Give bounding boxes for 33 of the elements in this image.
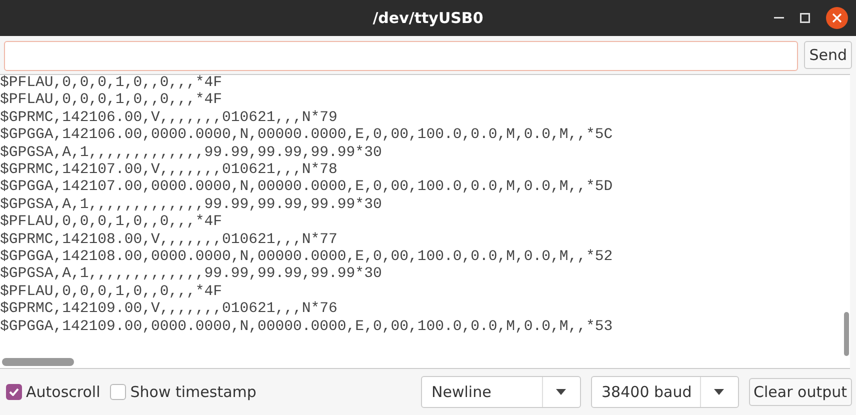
- output-line: $GPGSA,A,1,,,,,,,,,,,,,99.99,99.99,99.99*30: [0, 144, 383, 162]
- checkmark-icon: [9, 388, 19, 396]
- timestamp-checkbox[interactable]: [110, 384, 126, 400]
- window-title: /dev/ttyUSB0: [372, 9, 484, 27]
- output-line: $PFLAU,0,0,0,1,0,,0,,,*4F: [0, 92, 223, 110]
- output-line: $PFLAU,0,0,0,1,0,,0,,,*4F: [0, 75, 223, 92]
- close-icon[interactable]: [826, 7, 848, 29]
- output-line: $PFLAU,0,0,0,1,0,,0,,,*4F: [0, 284, 223, 301]
- output-line: $GPGGA,142109.00,0000.0000,N,00000.0000,E,0,00,100.0,0.0,M,0.0,M,,*53: [0, 318, 614, 336]
- checkbox-label: Autoscroll: [26, 383, 100, 401]
- output-line: $GPGGA,142106.00,0000.0000,N,00000.0000,E,0,00,100.0,0.0,M,0.0,M,,*5C: [0, 127, 614, 145]
- horizontal-scrollbar[interactable]: [2, 358, 74, 366]
- checkbox-label: Show timestamp: [130, 383, 256, 401]
- vertical-scrollbar[interactable]: [844, 312, 849, 356]
- autoscroll-checkbox[interactable]: [6, 384, 22, 400]
- clear-output-button[interactable]: Clear output: [748, 378, 852, 406]
- send-button[interactable]: Send: [804, 41, 852, 69]
- line-ending-dropdown[interactable]: Newline: [420, 376, 581, 408]
- output-line: $PFLAU,0,0,0,1,0,,0,,,*4F: [0, 214, 223, 232]
- output-line: $GPRMC,142106.00,V,,,,,,,010621,,,N*79: [0, 110, 338, 127]
- output-line: $GPRMC,142107.00,V,,,,,,,010621,,,N*78: [0, 162, 338, 179]
- caret-icon: [714, 389, 724, 395]
- maximize-icon[interactable]: [800, 13, 810, 23]
- caret-icon: [556, 389, 566, 395]
- output-line: $GPGSA,A,1,,,,,,,,,,,,,99.99,99.99,99.99*30: [0, 196, 383, 214]
- minimize-icon[interactable]: [774, 17, 784, 19]
- output-line: $GPGSA,A,1,,,,,,,,,,,,,99.99,99.99,99.99*30: [0, 266, 383, 284]
- output-line: $GPGGA,142108.00,0000.0000,N,00000.0000,E,0,00,100.0,0.0,M,0.0,M,,*52: [0, 249, 614, 266]
- output-line: $GPGGA,142107.00,0000.0000,N,00000.0000,E,0,00,100.0,0.0,M,0.0,M,,*5D: [0, 179, 614, 197]
- output-line: $GPRMC,142108.00,V,,,,,,,010621,,,N*77: [0, 232, 338, 249]
- output-line: $GPRMC,142109.00,V,,,,,,,010621,,,N*76: [0, 301, 338, 319]
- message-input-field[interactable]: [4, 41, 798, 71]
- baud-rate-dropdown[interactable]: 38400 baud: [590, 376, 739, 408]
